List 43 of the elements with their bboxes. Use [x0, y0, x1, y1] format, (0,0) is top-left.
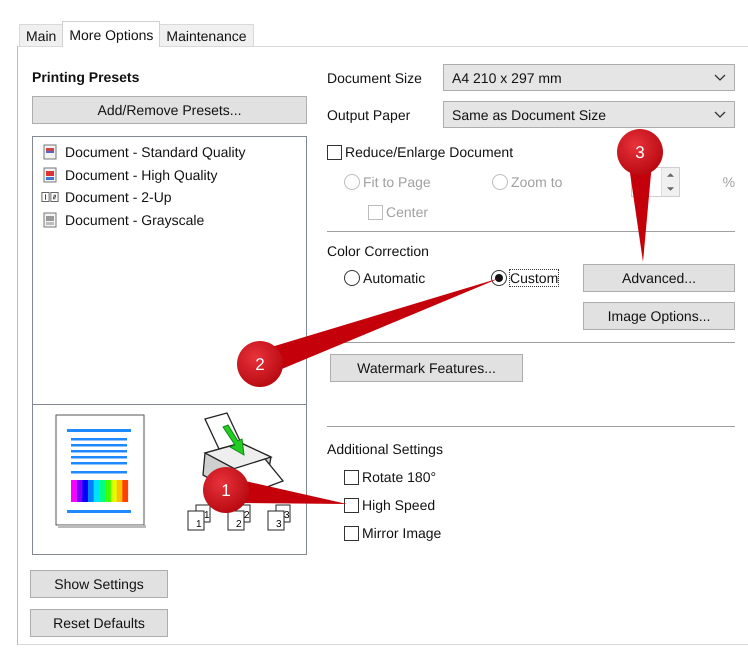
tab[interactable]: Maintenance [159, 24, 254, 46]
radio-label: Fit to Page [363, 174, 431, 190]
document-icon [41, 144, 59, 160]
checkbox[interactable] [344, 526, 359, 540]
radio-button[interactable] [491, 270, 507, 286]
add-remove-presets-button[interactable]: Add/Remove Presets... [32, 96, 307, 124]
show-settings-button[interactable]: Show Settings [30, 570, 168, 598]
radio-label: Custom [510, 270, 558, 286]
checkbox-label: Reduce/Enlarge Document [345, 144, 514, 160]
tab[interactable]: Main [19, 24, 64, 46]
preset-item[interactable]: Document - High Quality [65, 166, 218, 183]
document-size-dropdown[interactable]: A4 210 x 297 mm [443, 64, 735, 91]
checkbox-label: High Speed [362, 497, 436, 513]
checkbox[interactable] [344, 498, 359, 512]
chevron-down-icon [714, 74, 726, 82]
preset-item[interactable]: Document - Grayscale [65, 212, 204, 228]
advanced-button[interactable]: Advanced... [583, 264, 735, 292]
checkbox-label: Center [386, 204, 428, 220]
unit-label: % [722, 174, 736, 190]
checkbox[interactable] [344, 470, 359, 484]
radio-label: Zoom to [511, 174, 562, 190]
down-arrow-icon[interactable] [666, 186, 675, 192]
field-label: Document Size [327, 70, 423, 86]
radio-label: Automatic [363, 270, 426, 286]
preset-item[interactable]: Document - 2-Up [65, 189, 172, 206]
section-title: Color Correction [327, 242, 429, 260]
checkbox-label: Mirror Image [362, 525, 442, 541]
output-paper-dropdown[interactable]: Same as Document Size [443, 101, 735, 128]
reset-defaults-button[interactable]: Reset Defaults [30, 609, 168, 637]
radio-button[interactable] [344, 270, 360, 286]
document-icon [41, 166, 59, 183]
preset-item[interactable]: Document - Standard Quality [65, 144, 246, 160]
field-label: Output Paper [327, 106, 412, 122]
up-arrow-icon[interactable] [666, 172, 675, 178]
checkbox[interactable] [327, 144, 342, 160]
image-options-button[interactable]: Image Options... [583, 302, 735, 330]
checkbox-label: Rotate 180° [362, 469, 436, 485]
chevron-down-icon [714, 110, 726, 118]
tab[interactable]: More Options [62, 21, 160, 47]
section-title: Additional Settings [327, 440, 443, 458]
document-icon [41, 212, 59, 228]
watermark-features-button[interactable]: Watermark Features... [330, 354, 523, 382]
section-title: Printing Presets [32, 68, 140, 86]
